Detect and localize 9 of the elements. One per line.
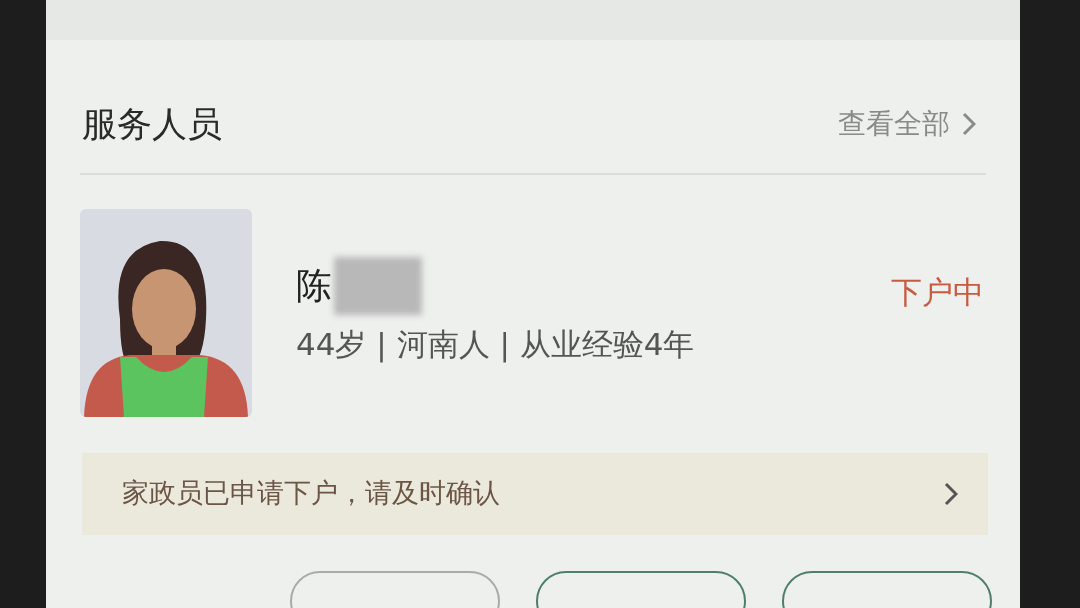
section-title: 服务人员 bbox=[82, 103, 222, 146]
notice-banner[interactable]: 家政员已申请下户，请及时确认 bbox=[82, 452, 988, 535]
worker-details: 44岁 | 河南人 | 从业经验4年 bbox=[296, 325, 696, 365]
chevron-right-icon bbox=[962, 112, 976, 137]
worker-name: 陈 bbox=[296, 264, 332, 309]
view-all-link[interactable]: 查看全部 bbox=[838, 103, 976, 146]
worker-status: 下户中 bbox=[891, 273, 984, 313]
chevron-right-icon bbox=[944, 481, 958, 506]
notice-text: 家政员已申请下户，请及时确认 bbox=[122, 476, 500, 511]
